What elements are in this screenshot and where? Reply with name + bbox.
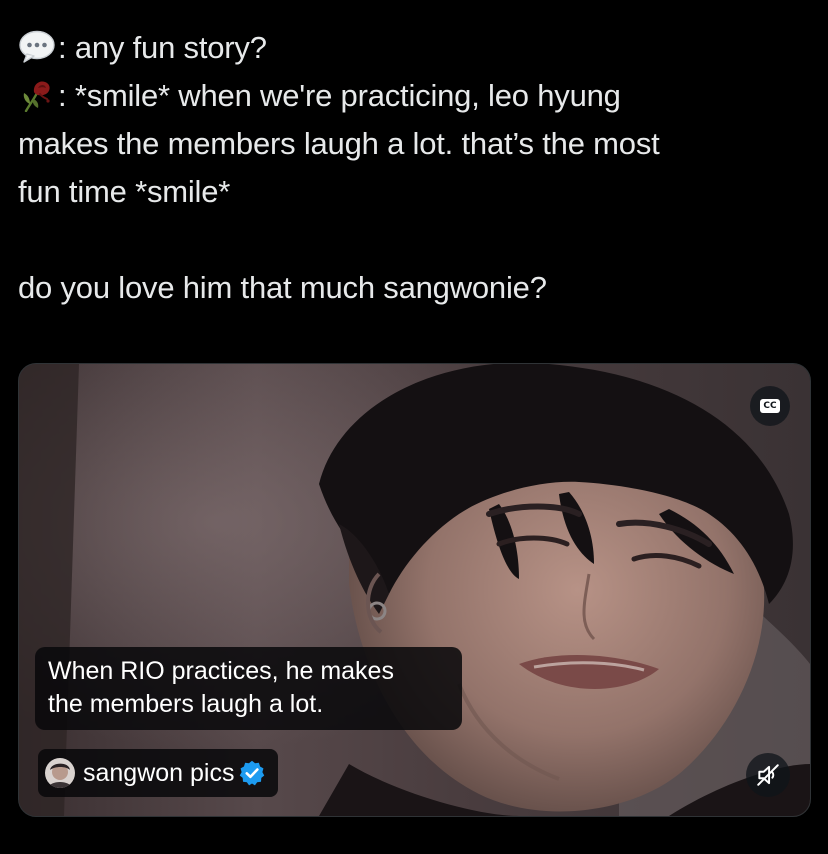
caption-line: When RIO practices, he makes xyxy=(48,657,394,685)
tweet-line: fun time *smile* xyxy=(18,174,231,209)
tweet-line: do you love him that much sangwonie? xyxy=(18,270,547,305)
caption-line: the members laugh a lot. xyxy=(48,690,324,718)
tweet-line-text: : *smile* when we're practicing, leo hyu… xyxy=(58,78,621,113)
closed-captions-button[interactable]: CC xyxy=(750,386,790,426)
caption-overlay: When RIO practices, he makes the members… xyxy=(35,647,462,730)
source-name: sangwon pics xyxy=(83,759,235,787)
tweet-line-question: : any fun story? xyxy=(18,24,808,72)
paragraph-break xyxy=(18,216,808,264)
muted-speaker-icon xyxy=(757,764,779,786)
tweet-line: makes the members laugh a lot. that’s th… xyxy=(18,126,660,161)
mute-toggle-button[interactable] xyxy=(746,753,790,797)
verified-badge-icon xyxy=(240,760,265,786)
tweet-line-answer: : *smile* when we're practicing, leo hyu… xyxy=(18,72,808,120)
speech-bubble-icon xyxy=(19,30,55,63)
tweet-line-text: : any fun story? xyxy=(58,30,267,65)
video-player[interactable]: CC When RIO practices, he makes the memb… xyxy=(18,363,811,817)
avatar xyxy=(45,758,75,788)
source-attribution[interactable]: sangwon pics xyxy=(38,749,279,797)
tweet-text: : any fun story? : *smile* when we're pr… xyxy=(18,24,808,312)
closed-captions-icon: CC xyxy=(760,399,780,413)
wilted-rose-icon xyxy=(23,81,50,112)
